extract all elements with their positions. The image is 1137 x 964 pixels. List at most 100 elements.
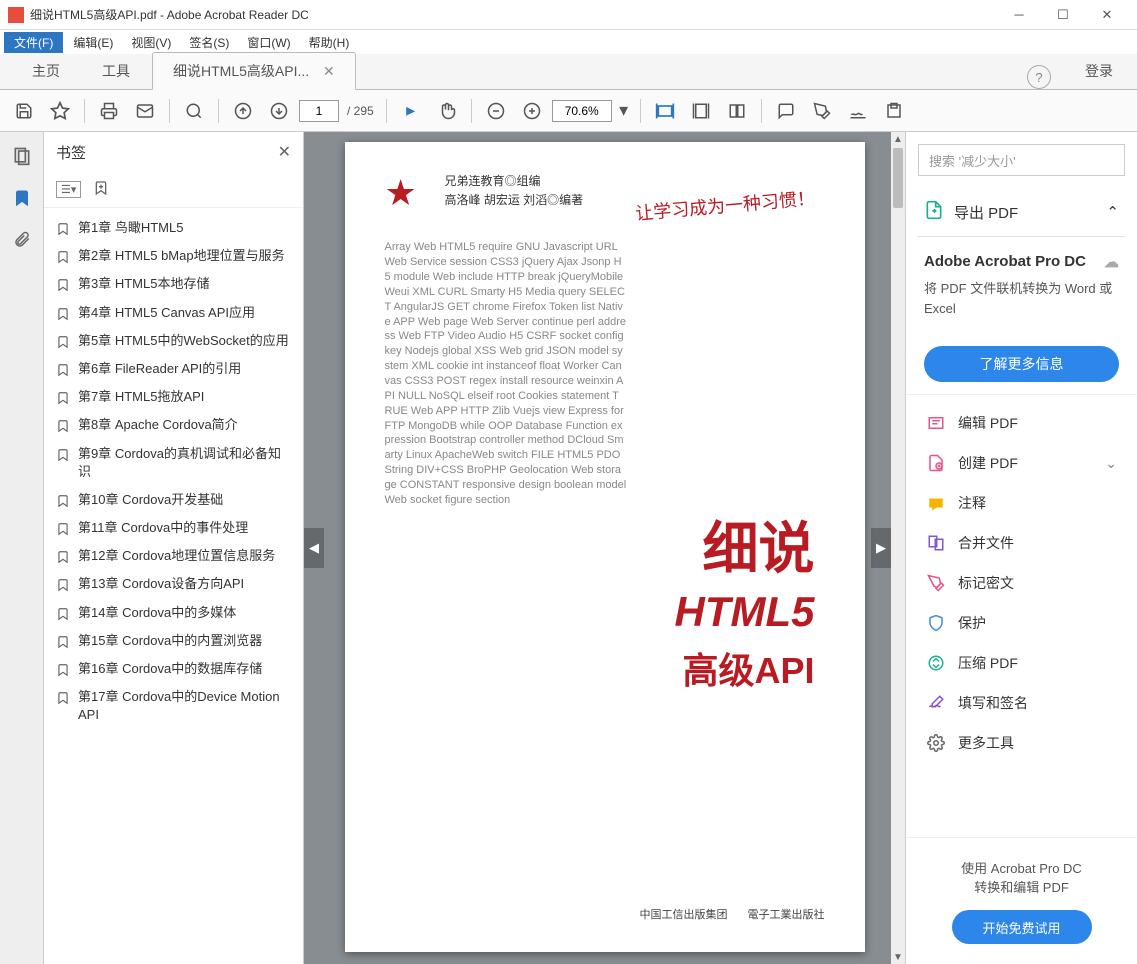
titlebar: 细说HTML5高级API.pdf - Adobe Acrobat Reader … [0,0,1137,30]
edit-icon [926,413,946,433]
cloud-icon: ☁ [1104,253,1119,271]
menu-view[interactable]: 视图(V) [123,32,179,53]
stamp-icon[interactable] [878,95,910,127]
try-free-label: 开始免费试用 [982,918,1060,937]
bookmark-item[interactable]: 第12章 Cordova地理位置信息服务 [52,542,295,570]
tool-item-create[interactable]: 创建 PDF⌄ [906,443,1137,483]
bookmark-item[interactable]: 第5章 HTML5中的WebSocket的应用 [52,327,295,355]
learn-more-button[interactable]: 了解更多信息 [924,346,1119,382]
tool-item-protect[interactable]: 保护 [906,603,1137,643]
bookmark-item[interactable]: 第14章 Cordova中的多媒体 [52,599,295,627]
vertical-scrollbar[interactable]: ▲ ▼ [891,132,905,964]
page-number-input[interactable] [299,100,339,122]
star-icon[interactable] [44,95,76,127]
bookmark-item[interactable]: 第7章 HTML5拖放API [52,383,295,411]
zoom-input[interactable] [552,100,612,122]
find-icon[interactable] [178,95,210,127]
tab-document[interactable]: 细说HTML5高级API... ✕ [152,52,356,90]
pointer-icon[interactable]: ▸ [395,95,427,127]
page-display-icon[interactable] [721,95,753,127]
hand-icon[interactable] [431,95,463,127]
bookmark-item[interactable]: 第6章 FileReader API的引用 [52,355,295,383]
menubar: 文件(F) 编辑(E) 视图(V) 签名(S) 窗口(W) 帮助(H) [0,30,1137,54]
menu-sign[interactable]: 签名(S) [181,32,237,53]
bookmark-icon [56,662,70,678]
bookmark-label: 第7章 HTML5拖放API [78,388,204,406]
fit-page-icon[interactable] [685,95,717,127]
scroll-up-icon[interactable]: ▲ [891,132,905,146]
tab-document-label: 细说HTML5高级API... [173,63,309,79]
scroll-down-icon[interactable]: ▼ [891,950,905,964]
attachments-icon[interactable] [10,228,34,252]
tool-item-redact[interactable]: 标记密文 [906,563,1137,603]
mail-icon[interactable] [129,95,161,127]
tab-close-icon[interactable]: ✕ [323,63,335,79]
bookmark-icon [56,221,70,237]
tool-item-more[interactable]: 更多工具 [906,723,1137,763]
redact-icon [926,573,946,593]
bookmarks-list[interactable]: 第1章 鸟瞰HTML5第2章 HTML5 bMap地理位置与服务第3章 HTML… [44,208,303,964]
print-icon[interactable] [93,95,125,127]
bookmark-item[interactable]: 第10章 Cordova开发基础 [52,486,295,514]
zoom-in-icon[interactable] [516,95,548,127]
fillsign-icon [926,693,946,713]
bookmarks-add-icon[interactable] [93,179,109,200]
highlight-icon[interactable] [806,95,838,127]
zoom-dropdown-icon[interactable]: ▾ [616,95,632,127]
page-prev-arrow-icon[interactable]: ◀ [304,528,324,568]
bookmark-icon [56,690,70,706]
bookmarks-options-icon[interactable]: ☰▾ [56,181,81,198]
menu-edit[interactable]: 编辑(E) [65,32,121,53]
bookmarks-close-icon[interactable]: ✕ [278,142,291,162]
promo-desc: 将 PDF 文件联机转换为 Word 或 Excel [924,279,1119,318]
tools-list: 编辑 PDF创建 PDF⌄注释合并文件标记密文保护压缩 PDF填写和签名更多工具 [906,394,1137,771]
tab-home[interactable]: 主页 [12,53,80,89]
bookmark-item[interactable]: 第1章 鸟瞰HTML5 [52,214,295,242]
fit-width-icon[interactable] [649,95,681,127]
bookmarks-icon[interactable] [10,186,34,210]
bookmark-icon [56,493,70,509]
bookmark-item[interactable]: 第8章 Apache Cordova简介 [52,411,295,439]
export-pdf-header[interactable]: 导出 PDF ⌃ [918,188,1125,237]
bookmark-item[interactable]: 第2章 HTML5 bMap地理位置与服务 [52,242,295,270]
tabbar: 主页 工具 细说HTML5高级API... ✕ ? 登录 [0,54,1137,90]
bookmark-item[interactable]: 第3章 HTML5本地存储 [52,270,295,298]
scrollbar-thumb[interactable] [893,148,903,208]
sign-icon[interactable] [842,95,874,127]
bookmark-item[interactable]: 第11章 Cordova中的事件处理 [52,514,295,542]
next-page-icon[interactable] [263,95,295,127]
more-icon [926,733,946,753]
try-free-button[interactable]: 开始免费试用 [952,910,1092,944]
menu-help[interactable]: 帮助(H) [301,32,358,53]
save-icon[interactable] [8,95,40,127]
bookmark-item[interactable]: 第16章 Cordova中的数据库存储 [52,655,295,683]
bookmark-item[interactable]: 第9章 Cordova的真机调试和必备知识 [52,440,295,486]
bookmark-item[interactable]: 第13章 Cordova设备方向API [52,570,295,598]
login-button[interactable]: 登录 [1073,53,1125,89]
tool-item-comment[interactable]: 注释 [906,483,1137,523]
tool-item-combine[interactable]: 合并文件 [906,523,1137,563]
bookmark-icon [56,362,70,378]
publisher-1: 中国工信出版集团 [640,906,728,922]
tool-item-fillsign[interactable]: 填写和签名 [906,683,1137,723]
tab-tools[interactable]: 工具 [82,53,150,89]
menu-window[interactable]: 窗口(W) [239,32,298,53]
bookmark-item[interactable]: 第17章 Cordova中的Device Motion API [52,683,295,729]
tool-item-edit[interactable]: 编辑 PDF [906,403,1137,443]
bookmark-item[interactable]: 第15章 Cordova中的内置浏览器 [52,627,295,655]
tool-item-compress[interactable]: 压缩 PDF [906,643,1137,683]
thumbnails-icon[interactable] [10,144,34,168]
tool-label: 更多工具 [958,733,1014,753]
bookmark-item[interactable]: 第4章 HTML5 Canvas API应用 [52,299,295,327]
help-icon[interactable]: ? [1027,65,1051,89]
zoom-out-icon[interactable] [480,95,512,127]
minimize-button[interactable]: ─ [997,1,1041,29]
close-button[interactable]: ✕ [1085,1,1129,29]
document-area[interactable]: ◀ ▶ ▲ ▼ ★ 兄弟连教育◎组编 高洛峰 胡宏运 刘滔◎编著 让学习成为一种… [304,132,905,964]
prev-page-icon[interactable] [227,95,259,127]
page-next-arrow-icon[interactable]: ▶ [871,528,891,568]
comment-icon[interactable] [770,95,802,127]
menu-file[interactable]: 文件(F) [4,32,63,53]
tools-search-input[interactable]: 搜索 '减少大小' [918,144,1125,176]
maximize-button[interactable]: ☐ [1041,1,1085,29]
